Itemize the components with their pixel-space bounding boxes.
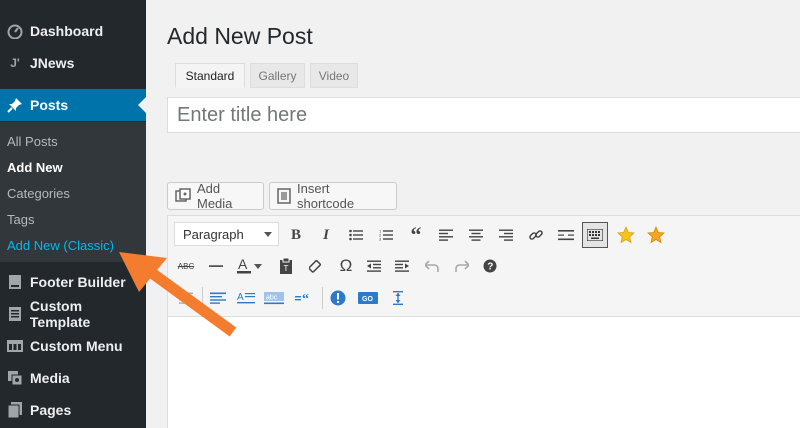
bullet-list-button[interactable] (344, 223, 368, 247)
footer-builder-icon (0, 274, 30, 290)
media-icon (0, 370, 30, 386)
italic-button[interactable]: I (314, 223, 338, 247)
dashboard-icon (0, 23, 30, 39)
outdent-icon[interactable] (362, 254, 386, 278)
admin-sidebar: Dashboard J' JNews Posts All Posts Add N… (0, 0, 146, 428)
sidebar-item-label: Dashboard (30, 23, 104, 39)
abc-style-icon[interactable]: abc (262, 286, 286, 310)
align-center-button[interactable] (464, 223, 488, 247)
tab-gallery[interactable]: Gallery (250, 63, 305, 88)
submenu-item-add-new-classic[interactable]: Add New (Classic) (7, 238, 114, 253)
sidebar-item-label: Custom Menu (30, 338, 123, 354)
submenu-item-tags[interactable]: Tags (7, 212, 34, 227)
link-icon[interactable] (524, 223, 548, 247)
editor-toolbar: Paragraph B I 123 “ ABC A T Ω ? A abc “ … (168, 216, 800, 317)
read-more-button[interactable] (554, 223, 578, 247)
sidebar-item-dashboard[interactable]: Dashboard (0, 15, 146, 47)
custom-template-icon (0, 306, 30, 322)
submenu-item-categories[interactable]: Categories (7, 186, 70, 201)
sidebar-item-jnews[interactable]: J' JNews (0, 47, 146, 79)
sidebar-item-posts[interactable]: Posts (0, 89, 146, 121)
align-right-button[interactable] (494, 223, 518, 247)
sidebar-item-label: Media (30, 370, 70, 386)
shortcode-icon (277, 188, 291, 204)
sidebar-item-pages[interactable]: Pages (0, 394, 146, 426)
paste-text-icon[interactable]: T (274, 254, 298, 278)
go-button-icon[interactable]: GO (356, 286, 380, 310)
sidebar-item-label: Posts (30, 97, 69, 113)
toolbar-separator (322, 287, 323, 309)
svg-text:T: T (284, 264, 289, 273)
svg-text:abc: abc (266, 295, 278, 302)
sidebar-item-label: JNews (30, 55, 75, 71)
active-indicator (138, 97, 146, 113)
jnews-icon: J' (10, 56, 20, 70)
add-media-icon (175, 188, 191, 204)
help-icon[interactable]: ? (478, 254, 502, 278)
insert-shortcode-button[interactable]: Insert shortcode (269, 181, 397, 211)
redo-icon[interactable] (450, 254, 474, 278)
numbered-list-button[interactable]: 123 (374, 223, 398, 247)
bold-button[interactable]: B (284, 223, 308, 247)
tab-video[interactable]: Video (310, 63, 358, 88)
toolbar-toggle-button[interactable] (582, 222, 608, 248)
quote-style-icon[interactable]: “ (292, 286, 316, 310)
star-icon[interactable] (614, 223, 638, 247)
undo-icon[interactable] (420, 254, 444, 278)
align-left-button[interactable] (434, 223, 458, 247)
chevron-down-icon[interactable] (252, 254, 264, 278)
add-media-label: Add Media (197, 181, 233, 211)
submenu-item-all-posts[interactable]: All Posts (7, 134, 58, 149)
post-title-input[interactable] (167, 97, 800, 133)
special-character-icon[interactable]: Ω (334, 254, 358, 278)
tab-standard[interactable]: Standard (175, 63, 245, 88)
svg-text:?: ? (487, 262, 493, 273)
star-orange-icon[interactable] (644, 223, 668, 247)
spacer-icon[interactable] (386, 286, 410, 310)
sidebar-item-media[interactable]: Media (0, 362, 146, 394)
add-media-button[interactable]: Add Media (167, 181, 264, 211)
svg-text:3: 3 (379, 237, 382, 242)
svg-text:“: “ (302, 292, 309, 305)
editor-content-area[interactable] (168, 318, 800, 428)
indent-icon[interactable] (390, 254, 414, 278)
annotation-arrow-icon (119, 252, 237, 337)
classic-editor: Paragraph B I 123 “ ABC A T Ω ? A abc “ … (167, 215, 800, 428)
submenu-item-add-new[interactable]: Add New (7, 160, 63, 175)
chevron-down-icon (264, 232, 272, 237)
svg-text:GO: GO (362, 296, 373, 303)
eraser-icon[interactable] (304, 254, 328, 278)
shortcode-label: Insert shortcode (297, 181, 355, 211)
custom-menu-icon (0, 340, 30, 352)
blockquote-button[interactable]: “ (404, 222, 428, 247)
alert-icon[interactable] (326, 286, 350, 310)
page-title: Add New Post (167, 23, 313, 49)
pages-icon (0, 402, 30, 418)
sidebar-item-label: Pages (30, 402, 72, 418)
main-content: Add New Post Standard Gallery Video Add … (146, 0, 800, 428)
pin-icon (0, 97, 30, 113)
